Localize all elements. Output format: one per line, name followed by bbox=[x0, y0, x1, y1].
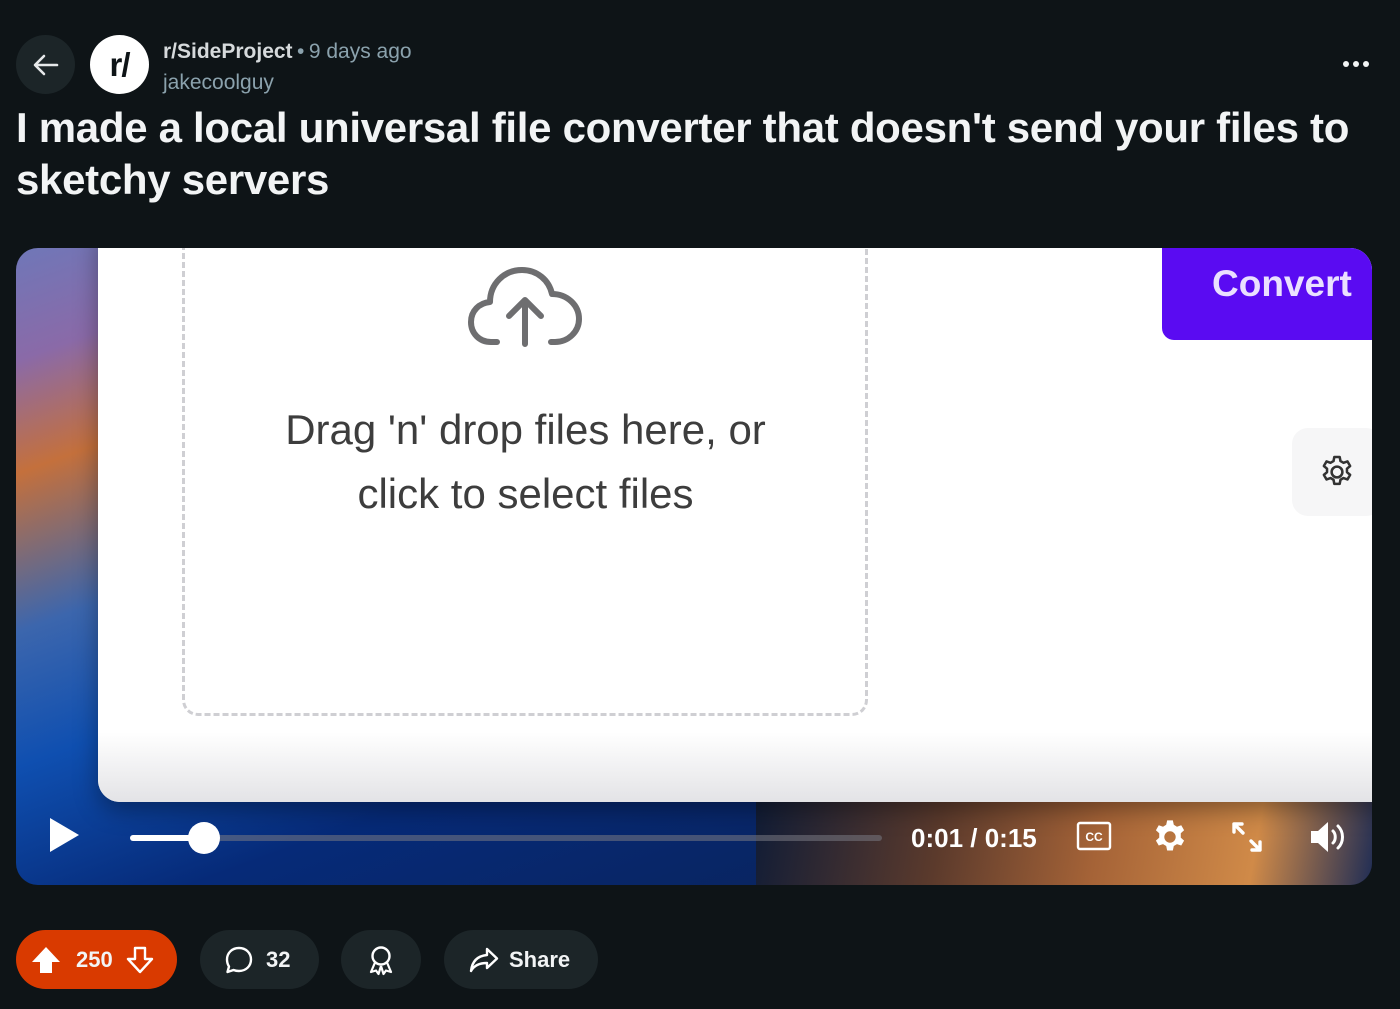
back-button[interactable] bbox=[16, 35, 75, 94]
subreddit-avatar-text: r/ bbox=[109, 45, 130, 83]
back-arrow-icon bbox=[33, 54, 58, 75]
dropzone-line-1: Drag 'n' drop files here, or bbox=[285, 406, 766, 453]
gear-icon bbox=[1322, 455, 1352, 486]
dropzone-text: Drag 'n' drop files here, or click to se… bbox=[208, 398, 843, 526]
volume-icon[interactable] bbox=[1308, 818, 1348, 856]
closed-captions-icon[interactable]: CC bbox=[1076, 820, 1112, 852]
app-screenshot: Drag 'n' drop files here, or click to se… bbox=[98, 248, 1372, 802]
author-link[interactable]: jakecoolguy bbox=[163, 68, 412, 97]
comment-count: 32 bbox=[266, 946, 291, 972]
more-options-icon bbox=[1343, 61, 1369, 67]
dropzone-line-2: click to select files bbox=[357, 470, 694, 517]
settings-icon[interactable] bbox=[1151, 818, 1189, 856]
app-settings-tile bbox=[1292, 428, 1372, 516]
share-label: Share bbox=[509, 946, 571, 972]
award-button[interactable] bbox=[341, 930, 421, 989]
seek-handle[interactable] bbox=[188, 822, 221, 854]
meta-separator: • bbox=[297, 40, 305, 63]
play-icon[interactable] bbox=[46, 815, 82, 855]
downvote-icon[interactable] bbox=[125, 945, 155, 975]
vote-control: 250 bbox=[16, 930, 177, 989]
seek-bar[interactable] bbox=[130, 835, 882, 841]
cloud-upload-icon bbox=[468, 267, 582, 347]
subreddit-link[interactable]: r/SideProject bbox=[163, 40, 293, 63]
timecode: 0:01 / 0:15 bbox=[911, 823, 1037, 853]
convert-label: Convert bbox=[1212, 263, 1352, 304]
comment-icon bbox=[225, 946, 253, 973]
svg-text:CC: CC bbox=[1085, 830, 1103, 844]
fullscreen-icon[interactable] bbox=[1230, 820, 1264, 854]
vote-score: 250 bbox=[76, 946, 113, 972]
video-player[interactable]: Drag 'n' drop files here, or click to se… bbox=[16, 248, 1372, 885]
post-age: 9 days ago bbox=[308, 40, 412, 63]
share-button[interactable]: Share bbox=[444, 930, 598, 989]
subreddit-avatar[interactable]: r/ bbox=[90, 35, 149, 94]
comments-button[interactable]: 32 bbox=[200, 930, 319, 989]
award-icon bbox=[369, 945, 393, 975]
more-options-button[interactable] bbox=[1334, 48, 1378, 80]
upvote-icon[interactable] bbox=[30, 945, 62, 975]
share-icon bbox=[469, 947, 499, 972]
post-meta: r/SideProject • 9 days ago jakecoolguy bbox=[163, 37, 412, 97]
convert-button: Convert bbox=[1162, 248, 1372, 340]
post-title[interactable]: I made a local universal file converter … bbox=[16, 102, 1381, 206]
